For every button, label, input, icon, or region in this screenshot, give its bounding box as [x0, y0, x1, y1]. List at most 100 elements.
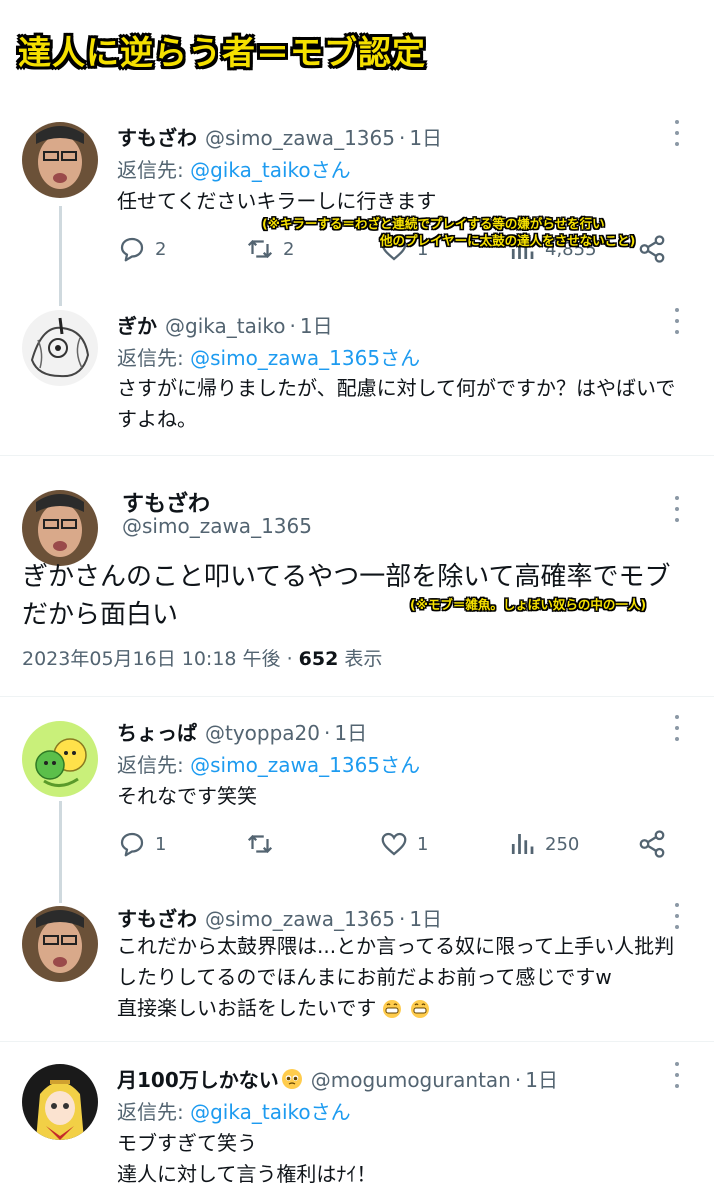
reply-to-prefix: 返信先:: [117, 1100, 184, 1124]
tweet-text-line: モブすぎて笑う: [117, 1131, 257, 1155]
display-name[interactable]: すもざわ: [117, 903, 197, 932]
tweet-text-line: 達人に対して言う権利はﾅｲ！: [117, 1162, 377, 1186]
reply-count: 1: [155, 833, 167, 855]
share-icon: [639, 830, 665, 858]
views-count: 652: [298, 648, 339, 670]
user-handle[interactable]: @simo_zawa_1365: [205, 907, 395, 931]
retweet-icon: [247, 239, 273, 259]
tweet-text-line: だから面白い: [22, 600, 179, 630]
grinning-emoji-icon: [411, 999, 430, 1018]
more-icon[interactable]: [667, 496, 687, 522]
display-name[interactable]: ぎか: [117, 310, 157, 339]
more-icon[interactable]: [667, 715, 687, 741]
focused-tweet[interactable]: すもざわ @simo_zawa_1365 ぎかさんのこと叩いてるやつ一部を除いて…: [0, 456, 714, 696]
user-handle[interactable]: @simo_zawa_1365: [122, 514, 312, 538]
retweet-button[interactable]: [245, 829, 283, 859]
tweet-text: 任せてくださいキラーしに行きます: [117, 189, 437, 213]
reply-to: 返信先: @gika_taikoさん: [117, 1096, 351, 1125]
user-handle[interactable]: @gika_taiko: [165, 314, 286, 338]
retweet-button[interactable]: 2: [245, 234, 294, 264]
tweet-text-line: すよね。: [117, 407, 197, 431]
tweet-text-row: 直接楽しいお話をしたいです: [117, 993, 430, 1024]
user-handle[interactable]: @tyoppa20: [205, 721, 320, 745]
display-name[interactable]: ちょっぱ: [117, 717, 197, 746]
display-name[interactable]: 月100万しかない: [117, 1064, 279, 1093]
reply-button[interactable]: 1: [117, 829, 166, 859]
views-label: 表示: [338, 648, 383, 670]
tweet-time[interactable]: 1日: [525, 1064, 558, 1093]
tweet-text-line: ぎかさんのこと叩いてるやつ一部を除いて高確率でモブ: [22, 562, 671, 592]
tweet-header: すもざわ @simo_zawa_1365 · 1日: [117, 122, 442, 151]
tweet-header: すもざわ @simo_zawa_1365 · 1日: [117, 903, 442, 932]
more-icon[interactable]: [667, 308, 687, 334]
reply-to-prefix: 返信先:: [117, 158, 184, 182]
tweet-text-line: 直接楽しいお話をしたいです: [117, 996, 377, 1020]
separator-dot: ·: [324, 721, 331, 745]
tweet-text-line: これだから太鼓界隈は...とか言ってる奴に限って上手い人批判: [117, 934, 675, 958]
more-icon[interactable]: [667, 120, 687, 146]
view-count: 250: [545, 833, 580, 855]
like-button[interactable]: 1: [379, 829, 428, 859]
reply-icon: [120, 237, 144, 262]
retweet-icon: [247, 834, 273, 854]
tweet-meta: 2023年05月16日 10:18 午後 · 652 表示: [22, 644, 382, 671]
tweet-item[interactable]: すもざわ @simo_zawa_1365 · 1日 返信先: @gika_tai…: [0, 0, 714, 306]
tweet-item[interactable]: すもざわ @simo_zawa_1365 · 1日 これだから太鼓界隈は...と…: [0, 897, 714, 1040]
reply-count: 2: [155, 238, 167, 260]
tweet-time[interactable]: 1日: [300, 310, 333, 339]
separator-dot: ·: [398, 907, 406, 931]
more-icon[interactable]: [667, 903, 687, 929]
more-icon[interactable]: [667, 1062, 687, 1088]
tweet-item[interactable]: 月100万しかない @mogumogurantan · 1日 返信先: @gik…: [0, 1042, 714, 1200]
reply-icon: [120, 832, 144, 857]
reply-to: 返信先: @simo_zawa_1365さん: [117, 749, 420, 778]
reply-to-prefix: 返信先:: [117, 346, 184, 370]
annotation-note: (※モブ＝雑魚。しょぼい奴らの中の一人): [410, 597, 647, 612]
reply-to: 返信先: @simo_zawa_1365さん: [117, 342, 420, 371]
reply-to-prefix: 返信先:: [117, 753, 184, 777]
reply-to: 返信先: @gika_taikoさん: [117, 154, 351, 183]
thread-line: [59, 801, 62, 903]
like-count: 1: [417, 833, 429, 855]
timestamp[interactable]: 2023年05月16日 10:18 午後 ·: [22, 648, 299, 670]
tweet-header: ちょっぱ @tyoppa20 · 1日: [117, 717, 367, 746]
tweet-item[interactable]: ちょっぱ @tyoppa20 · 1日 返信先: @simo_zawa_1365…: [0, 697, 714, 903]
separator-dot: ·: [398, 126, 406, 150]
avatar[interactable]: [22, 906, 98, 982]
pleading-emoji-icon: [281, 1068, 302, 1089]
views-button[interactable]: 250: [507, 829, 579, 859]
reply-to-link[interactable]: @gika_taikoさん: [190, 1100, 351, 1124]
retweet-count: 2: [283, 238, 295, 260]
user-handle[interactable]: @simo_zawa_1365: [205, 126, 395, 150]
tweet-time[interactable]: 1日: [334, 717, 367, 746]
tweet-text-line: さすがに帰りましたが、配慮に対して何がですか？はやばいで: [117, 376, 676, 400]
tweet-time[interactable]: 1日: [409, 122, 442, 151]
action-bar: 1 1 250: [117, 829, 677, 869]
reply-to-link[interactable]: @gika_taikoさん: [190, 158, 351, 182]
tweet-text-line: したりしてるのでほんまにお前だよお前って感じですw: [117, 965, 612, 989]
avatar[interactable]: [22, 310, 98, 386]
reply-to-link[interactable]: @simo_zawa_1365さん: [190, 346, 420, 370]
annotation-note: (※キラーする＝わざと連続でプレイする等の嫌がらせを行い: [262, 216, 605, 231]
avatar[interactable]: [22, 122, 98, 198]
tweet-header: ぎか @gika_taiko · 1日: [117, 310, 333, 339]
grinning-emoji-icon: [383, 999, 402, 1018]
avatar[interactable]: [22, 490, 98, 566]
reply-button[interactable]: 2: [117, 234, 166, 264]
tweet-text: それなです笑笑: [117, 784, 257, 808]
user-handle[interactable]: @mogumogurantan: [311, 1068, 511, 1092]
separator-dot: ·: [514, 1068, 522, 1092]
share-button[interactable]: [637, 234, 667, 264]
avatar[interactable]: [22, 721, 98, 797]
separator-dot: ·: [289, 314, 296, 338]
reply-to-link[interactable]: @simo_zawa_1365さん: [190, 753, 420, 777]
tweet-item[interactable]: ぎか @gika_taiko · 1日 返信先: @simo_zawa_1365…: [0, 300, 714, 455]
tweet-time[interactable]: 1日: [409, 903, 442, 932]
views-icon: [511, 834, 534, 854]
share-button[interactable]: [637, 829, 667, 859]
annotation-note: 他のプレイヤーに太鼓の達人をさせないこと): [380, 233, 636, 248]
tweet-header: 月100万しかない @mogumogurantan · 1日: [117, 1064, 558, 1093]
share-icon: [639, 235, 665, 263]
avatar[interactable]: [22, 1064, 98, 1140]
display-name[interactable]: すもざわ: [117, 122, 197, 151]
